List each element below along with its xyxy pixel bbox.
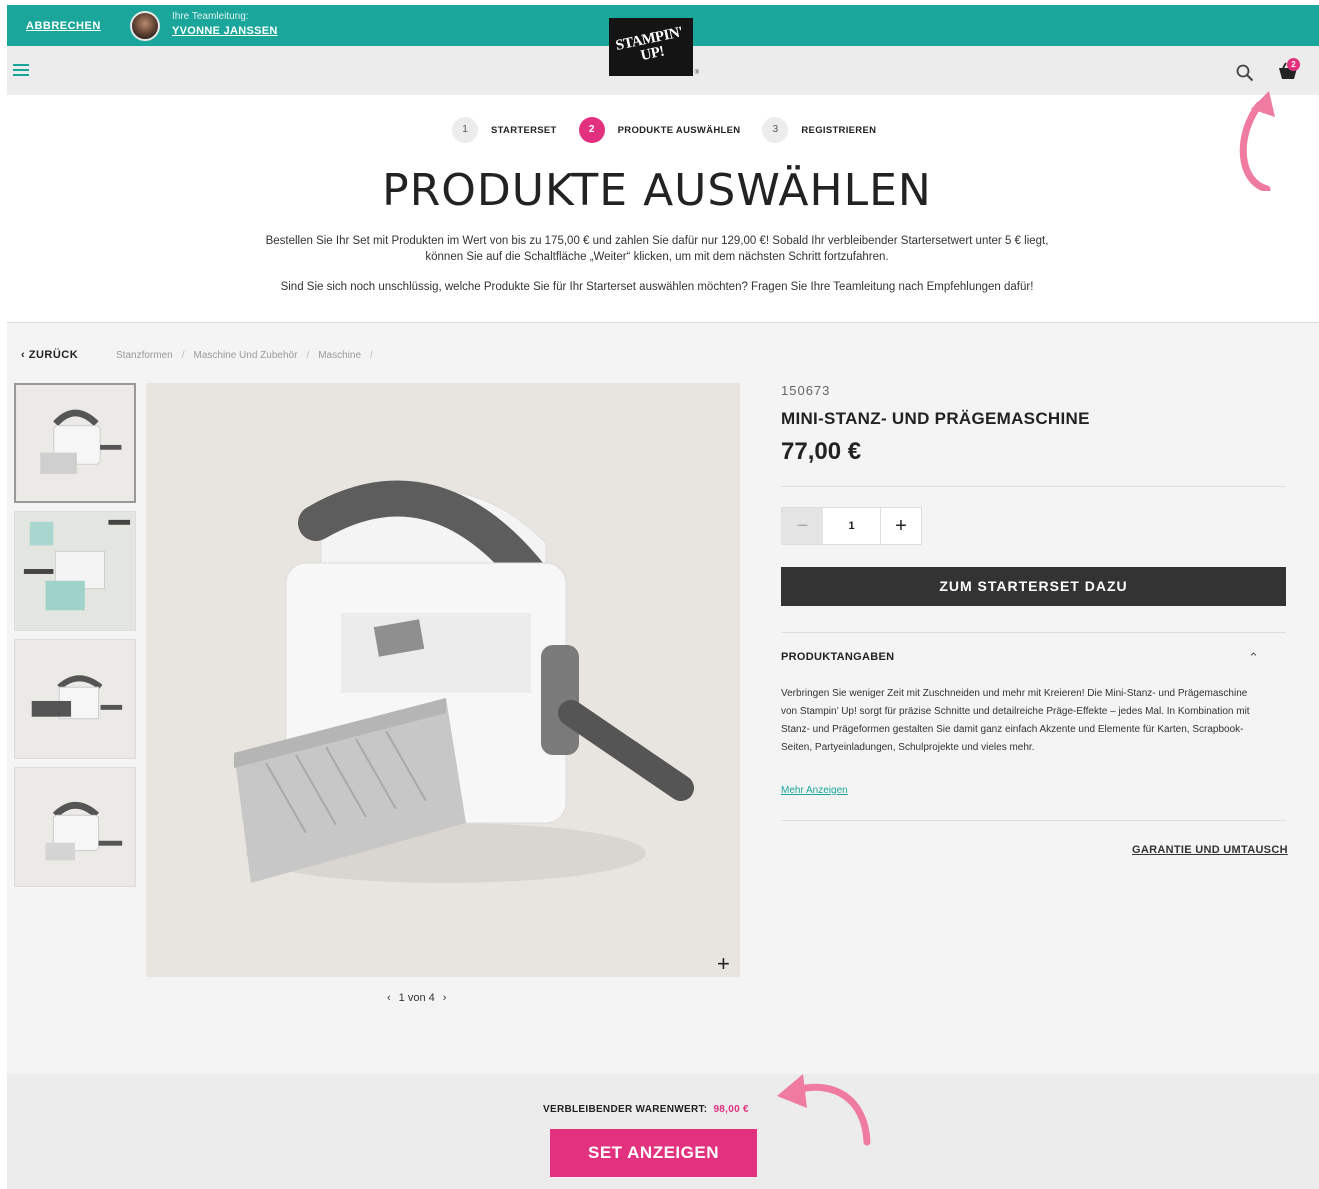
step-2-number: 2: [578, 117, 605, 143]
show-more-link[interactable]: Mehr Anzeigen: [781, 785, 848, 796]
cancel-link[interactable]: ABBRECHEN: [26, 20, 101, 32]
image-pager: ‹ 1 von 4 ›: [387, 992, 446, 1004]
page-title: PRODUKTE AUSWÄHLEN: [382, 165, 932, 216]
hamburger-menu-icon[interactable]: [13, 64, 29, 76]
divider: [781, 820, 1286, 821]
divider: [781, 486, 1286, 487]
breadcrumb-item[interactable]: Maschine Und Zubehör: [193, 350, 297, 361]
pager-text: 1 von 4: [398, 992, 435, 1004]
breadcrumb-item[interactable]: Stanzformen: [116, 350, 173, 361]
zoom-plus-icon[interactable]: +: [717, 953, 730, 975]
intro-question: Sind Sie sich noch unschlüssig, welche P…: [280, 281, 1034, 293]
chevron-right-icon[interactable]: ›: [443, 992, 447, 1004]
product-sku: 150673: [781, 383, 831, 398]
divider: [781, 632, 1286, 633]
team-lead-avatar: [130, 11, 160, 41]
show-set-button[interactable]: SET ANZEIGEN: [550, 1129, 757, 1177]
team-lead-caption: Ihre Teamleitung:: [172, 11, 249, 22]
page-frame: ABBRECHEN Ihre Teamleitung: YVONNE JANSS…: [7, 5, 1319, 1189]
step-2-label: PRODUKTE AUSWÄHLEN: [617, 124, 741, 136]
search-icon[interactable]: [1236, 64, 1254, 82]
quantity-stepper: − 1 +: [781, 507, 922, 545]
breadcrumb-item[interactable]: Maschine: [318, 350, 361, 361]
product-detail-area: ‹ ZURÜCK Stanzformen / Maschine Und Zubeh…: [7, 322, 1319, 1074]
thumbnail-4[interactable]: [14, 767, 136, 887]
back-link-label: ZURÜCK: [28, 349, 79, 361]
chevron-up-icon[interactable]: ⌃: [1248, 650, 1259, 666]
breadcrumb: Stanzformen / Maschine Und Zubehör / Masch…: [116, 350, 373, 361]
product-name: MINI-STANZ- UND PRÄGEMASCHINE: [781, 409, 1090, 428]
quantity-input[interactable]: 1: [823, 508, 881, 544]
remaining-value-row: VERBLEIBENDER WARENWERT: 98,00 €: [543, 1104, 749, 1115]
checkout-steps: 1 STARTERSET 2 PRODUKTE AUSWÄHLEN 3 REGI…: [452, 117, 898, 143]
remaining-value-amount: 98,00 €: [713, 1104, 749, 1115]
product-price: 77,00 €: [781, 438, 862, 465]
chevron-left-icon[interactable]: ‹: [387, 992, 391, 1004]
thumbnail-list: [14, 383, 136, 895]
starterset-summary-bar: VERBLEIBENDER WARENWERT: 98,00 € SET ANZE…: [7, 1074, 1319, 1189]
main-product-image[interactable]: [146, 383, 740, 977]
thumbnail-3[interactable]: [14, 639, 136, 759]
add-to-starterset-button[interactable]: ZUM STARTERSET DAZU: [781, 567, 1286, 606]
step-3-label: REGISTRIEREN: [801, 124, 877, 136]
remaining-value-label: VERBLEIBENDER WARENWERT:: [543, 1104, 708, 1115]
annotation-arrow-up-icon: [1239, 91, 1275, 191]
back-link[interactable]: ‹ ZURÜCK: [21, 349, 78, 361]
step-1-label: STARTERSET: [491, 124, 557, 136]
increase-quantity-button[interactable]: +: [881, 508, 921, 544]
product-details-text: Verbringen Sie weniger Zeit mit Zuschnei…: [781, 688, 1250, 753]
step-1-number: 1: [452, 117, 478, 143]
chevron-left-icon: ‹: [21, 349, 29, 361]
team-lead-name-link[interactable]: YVONNE JANSSEN: [172, 25, 278, 37]
warranty-link[interactable]: GARANTIE UND UMTAUSCH: [1132, 844, 1288, 856]
intro-line-1: Bestellen Sie Ihr Set mit Produkten im W…: [265, 235, 1049, 247]
intro-line-2: können Sie auf die Schaltfläche „Weiter“…: [425, 251, 889, 263]
intro-text: Bestellen Sie Ihr Set mit Produkten im W…: [157, 233, 1157, 265]
cart-count-badge: 2: [1287, 58, 1300, 71]
step-3-number: 3: [762, 117, 789, 143]
product-details-heading[interactable]: PRODUKTANGABEN: [781, 651, 894, 663]
stampin-up-logo[interactable]: STAMPIN' UP! ®: [609, 18, 699, 76]
logo-text: STAMPIN' UP!: [614, 24, 685, 65]
decrease-quantity-button[interactable]: −: [782, 508, 823, 544]
thumbnail-2[interactable]: [14, 511, 136, 631]
thumbnail-1[interactable]: [14, 383, 136, 503]
annotation-arrow-left-icon: [777, 1074, 871, 1146]
